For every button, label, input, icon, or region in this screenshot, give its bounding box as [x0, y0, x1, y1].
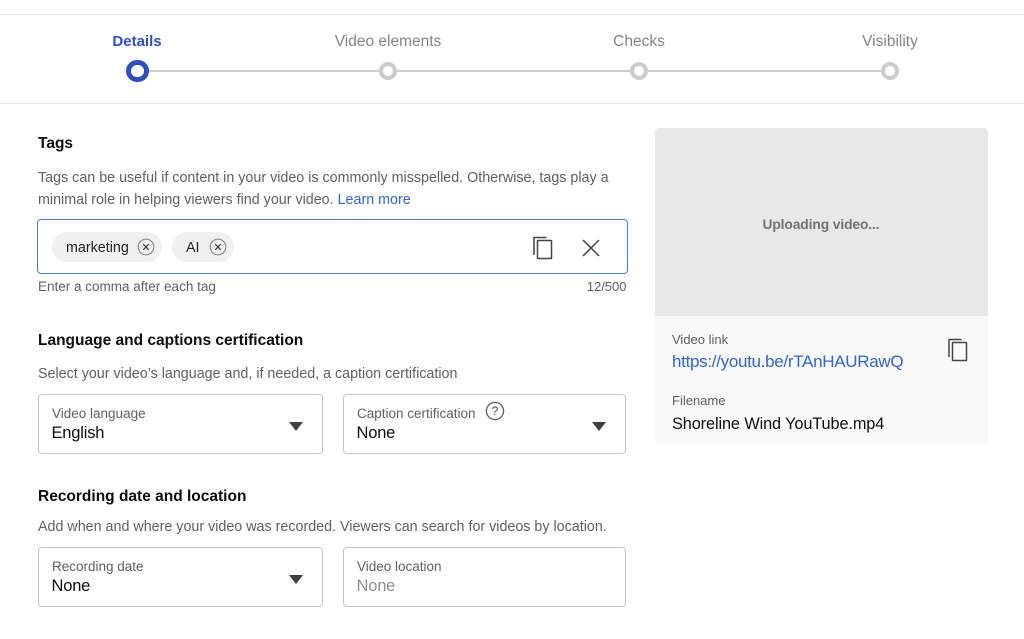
svg-text:?: ? [491, 404, 498, 418]
